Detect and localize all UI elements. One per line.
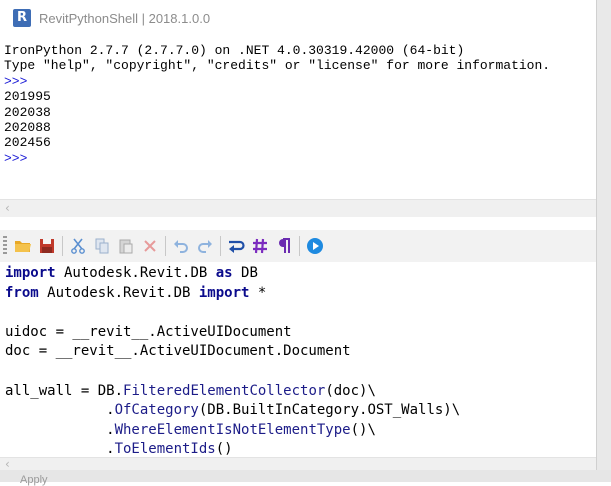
code-text: * xyxy=(249,284,267,301)
paste-icon xyxy=(119,239,133,254)
word-wrap-button[interactable] xyxy=(225,235,247,257)
scroll-left-icon[interactable]: ‹ xyxy=(5,201,10,215)
code-line: ​ xyxy=(5,303,595,323)
app-logo-icon: R xyxy=(13,9,31,27)
paste-button[interactable] xyxy=(115,235,137,257)
save-button[interactable] xyxy=(36,235,58,257)
word-wrap-icon xyxy=(229,240,245,253)
toolbar-separator xyxy=(220,236,221,256)
code-text: uidoc = __revit__.ActiveUIDocument xyxy=(5,323,292,340)
toolbar-separator xyxy=(62,236,63,256)
code-text: Autodesk.Revit.DB xyxy=(38,284,199,301)
console-horizontal-scrollbar[interactable]: ‹ xyxy=(0,199,596,217)
console-prompt: >>> xyxy=(4,73,28,89)
code-line: .ToElementIds() xyxy=(5,440,595,456)
code-text: doc = __revit__.ActiveUIDocument.Documen… xyxy=(5,343,351,360)
code-text: (doc)\ xyxy=(325,382,376,399)
console-output-line: Type "help", "copyright", "credits" or "… xyxy=(4,58,551,74)
console-output-line: 202456 xyxy=(4,135,51,151)
console-output-line: 201995 xyxy=(4,89,51,105)
open-button[interactable] xyxy=(12,235,34,257)
code-line: doc = __revit__.ActiveUIDocument.Documen… xyxy=(5,342,595,362)
hash-icon xyxy=(253,238,267,254)
code-method: FilteredElementCollector xyxy=(123,382,326,399)
background-window-bottom xyxy=(0,470,611,482)
code-method: OfCategory xyxy=(114,402,199,419)
copy-button[interactable] xyxy=(91,235,113,257)
code-line: uidoc = __revit__.ActiveUIDocument xyxy=(5,323,595,343)
console-prompt: >>> xyxy=(4,150,28,166)
show-whitespace-button[interactable] xyxy=(273,235,295,257)
code-keyword: import xyxy=(198,284,250,301)
code-text: () xyxy=(215,441,233,456)
toolbar-grip[interactable] xyxy=(3,236,7,256)
background-apply-button: Apply xyxy=(20,474,48,486)
editor-toolbar xyxy=(0,230,611,262)
code-line: .WhereElementIsNotElementType()\ xyxy=(5,421,595,441)
code-line: import Autodesk.Revit.DB as DB xyxy=(5,264,595,284)
code-line: ​ xyxy=(5,362,595,382)
code-keyword: from xyxy=(5,284,39,301)
console-output-line: IronPython 2.7.7 (2.7.7.0) on .NET 4.0.3… xyxy=(4,43,465,58)
code-text: Autodesk.Revit.DB xyxy=(55,265,216,281)
cut-button[interactable] xyxy=(67,235,89,257)
code-method: WhereElementIsNotElementType xyxy=(114,421,351,438)
console-output-line: 202088 xyxy=(4,120,51,136)
undo-button[interactable] xyxy=(170,235,192,257)
cut-icon xyxy=(71,238,85,254)
code-keyword: as xyxy=(215,265,233,281)
code-text: . xyxy=(5,402,115,419)
code-text: ()\ xyxy=(350,421,376,438)
code-keyword: import xyxy=(5,265,56,281)
editor-horizontal-scrollbar[interactable]: ‹ xyxy=(0,457,596,471)
pilcrow-icon xyxy=(279,238,290,253)
window-title: RevitPythonShell | 2018.1.0.0 xyxy=(39,10,211,26)
undo-icon xyxy=(174,240,188,253)
delete-button[interactable] xyxy=(139,235,161,257)
toolbar-separator xyxy=(165,236,166,256)
code-text: all_wall = DB. xyxy=(5,382,124,399)
code-text: . xyxy=(5,441,115,456)
code-line: .OfCategory(DB.BuiltInCategory.OST_Walls… xyxy=(5,401,595,421)
code-method: ToElementIds xyxy=(114,441,216,456)
interactive-console[interactable]: IronPython 2.7.7 (2.7.7.0) on .NET 4.0.3… xyxy=(4,43,594,193)
code-line: from Autodesk.Revit.DB import * xyxy=(5,284,595,304)
background-window-edge xyxy=(596,0,611,482)
run-icon xyxy=(307,238,323,254)
script-editor[interactable]: import Autodesk.Revit.DB as DB from Autod… xyxy=(5,264,595,456)
code-text: (DB.BuiltInCategory.OST_Walls)\ xyxy=(198,402,461,419)
redo-button[interactable] xyxy=(194,235,216,257)
redo-icon xyxy=(198,240,212,253)
code-text: DB xyxy=(232,265,258,281)
toolbar-separator xyxy=(299,236,300,256)
console-output-line: 202038 xyxy=(4,104,51,120)
open-folder-icon xyxy=(15,241,31,252)
code-line: all_wall = DB.FilteredElementCollector(d… xyxy=(5,382,595,402)
code-text: . xyxy=(5,421,115,438)
run-button[interactable] xyxy=(304,235,326,257)
delete-icon xyxy=(144,240,156,252)
copy-icon xyxy=(95,238,109,254)
line-numbers-button[interactable] xyxy=(249,235,271,257)
title-bar[interactable]: R RevitPythonShell | 2018.1.0.0 xyxy=(0,0,596,36)
scroll-left-icon[interactable]: ‹ xyxy=(5,457,10,471)
save-icon xyxy=(40,239,54,253)
